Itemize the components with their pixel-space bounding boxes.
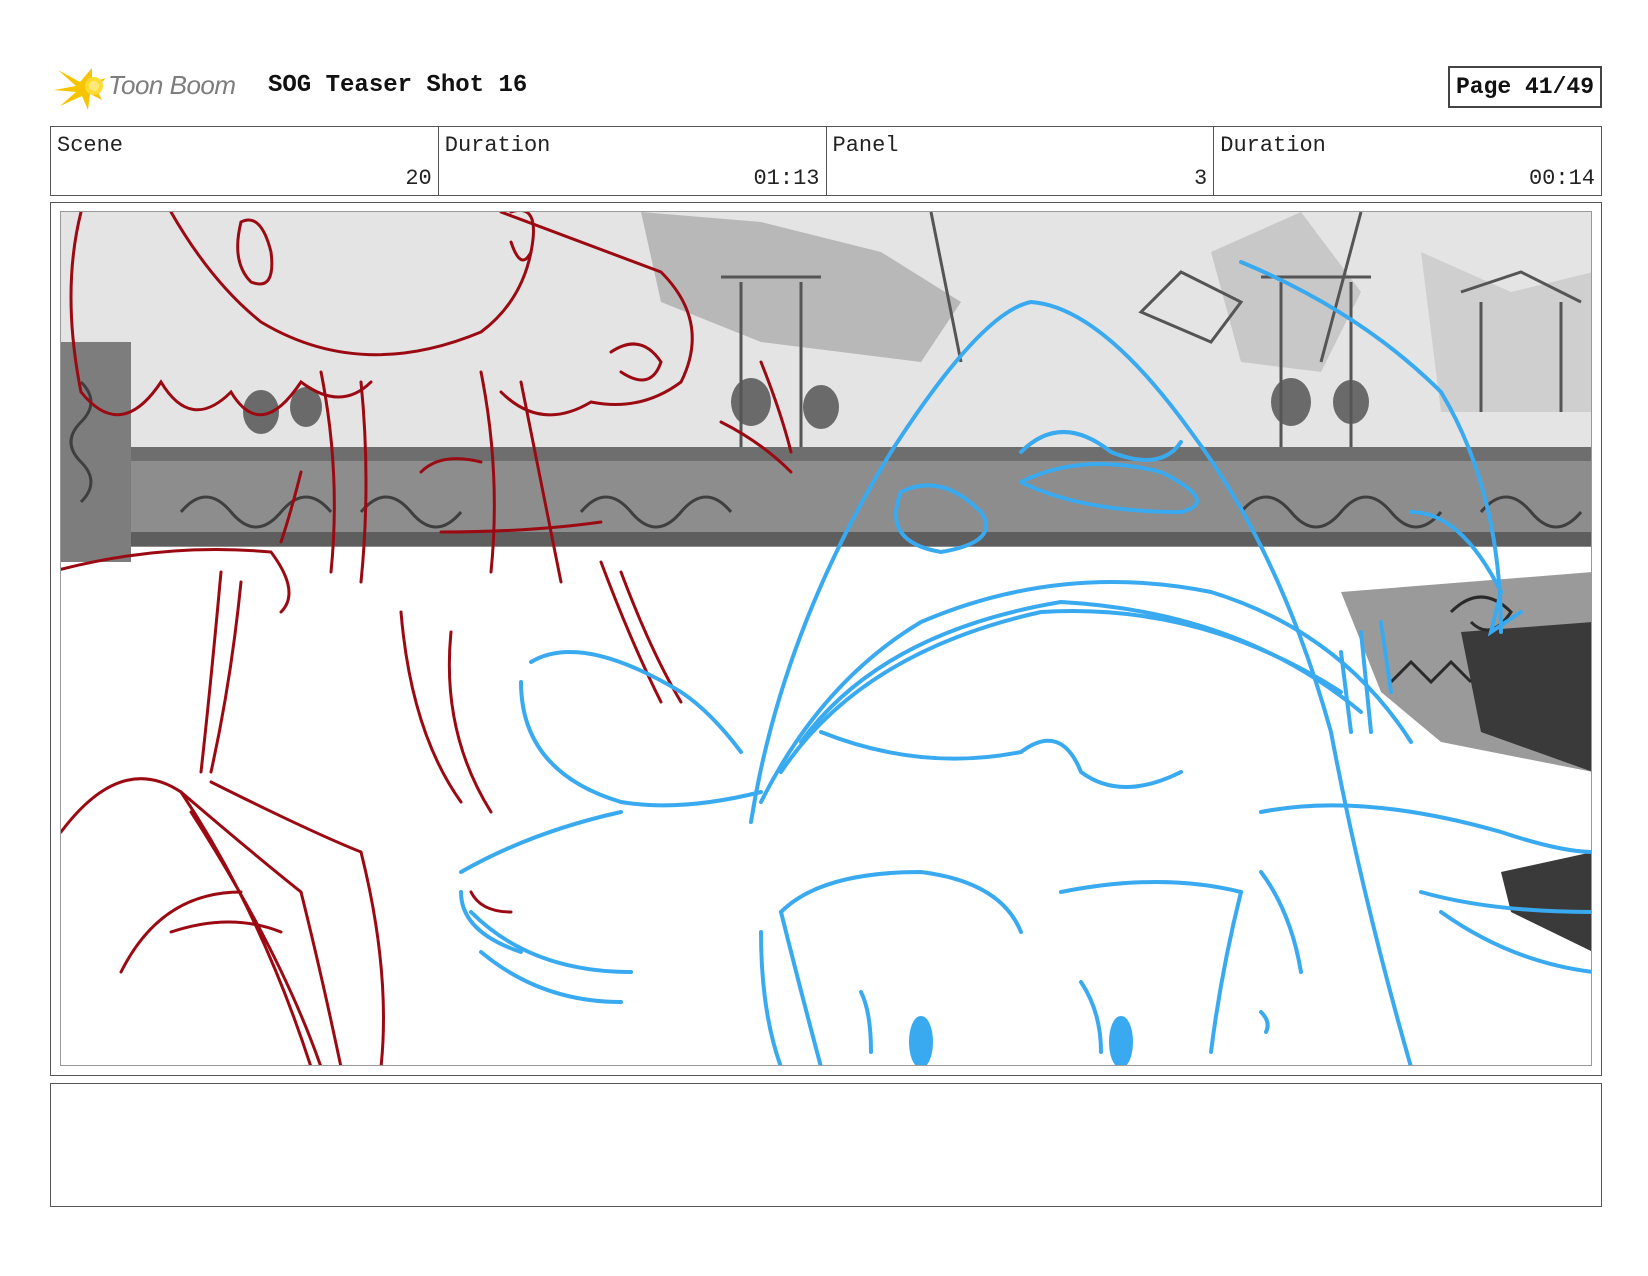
logo-wordmark: Toon Boom [108,70,236,100]
panel-duration-value: 00:14 [1528,166,1595,191]
storyboard-panel-drawing [60,211,1592,1066]
page-title: SOG Teaser Shot 16 [268,72,528,99]
page-indicator: Page 41/49 [1447,66,1602,108]
shot-info-table: Scene 20 Duration 01:13 Panel 3 Duration… [50,126,1602,196]
scene-duration-value: 01:13 [753,166,820,191]
scene-cell: Scene 20 [51,127,439,195]
panel-notes-box [50,1083,1602,1207]
scene-value: 20 [405,166,432,191]
panel-duration-cell: Duration 00:14 [1214,127,1601,195]
storyboard-header: Toon Boom SOG Teaser Shot 16 Page 41/49 [52,60,1602,112]
panel-cell: Panel 3 [827,127,1215,195]
scene-duration-cell: Duration 01:13 [439,127,827,195]
toon-boom-logo: Toon Boom [52,60,252,112]
scene-label: Scene [57,133,124,158]
sketch-artwork [61,212,1591,1065]
scene-duration-label: Duration [444,133,551,158]
starburst-icon [54,68,106,110]
panel-value: 3 [1194,166,1208,191]
panel-duration-label: Duration [1220,133,1326,158]
panel-label: Panel [832,133,899,158]
